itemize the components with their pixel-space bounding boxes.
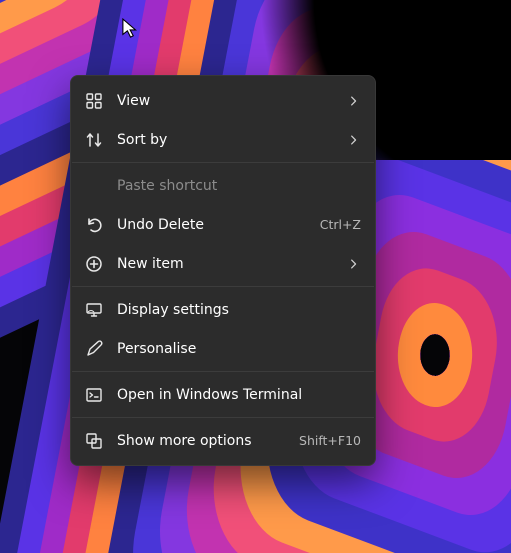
chevron-right-icon [347,255,361,273]
menu-item-personalise[interactable]: Personalise [71,329,375,368]
view-grid-icon [85,92,103,110]
menu-item-paste-shortcut: Paste shortcut [71,166,375,205]
display-icon [85,301,103,319]
menu-item-label: View [117,93,333,109]
new-icon [85,255,103,273]
menu-item-shortcut: Shift+F10 [299,433,361,448]
menu-item-label: Undo Delete [117,217,306,233]
menu-item-display-settings[interactable]: Display settings [71,290,375,329]
menu-item-sort-by[interactable]: Sort by [71,120,375,159]
menu-separator [72,417,374,418]
terminal-icon [85,386,103,404]
menu-separator [72,162,374,163]
menu-item-view[interactable]: View [71,81,375,120]
menu-item-new-item[interactable]: New item [71,244,375,283]
menu-separator [72,371,374,372]
menu-item-label: Open in Windows Terminal [117,387,361,403]
menu-item-label: Sort by [117,132,333,148]
menu-item-shortcut: Ctrl+Z [320,217,361,232]
menu-separator [72,286,374,287]
menu-item-label: Personalise [117,341,361,357]
menu-item-label: New item [117,256,333,272]
menu-item-label: Paste shortcut [117,178,361,194]
sort-icon [85,131,103,149]
undo-icon [85,216,103,234]
menu-item-undo-delete[interactable]: Undo Delete Ctrl+Z [71,205,375,244]
personalise-icon [85,340,103,358]
menu-item-label: Show more options [117,433,285,449]
menu-item-show-more[interactable]: Show more options Shift+F10 [71,421,375,460]
chevron-right-icon [347,92,361,110]
menu-item-label: Display settings [117,302,361,318]
menu-item-open-terminal[interactable]: Open in Windows Terminal [71,375,375,414]
show-more-icon [85,432,103,450]
desktop-context-menu: View Sort by Paste shortcut Undo Delete Ctrl… [70,75,376,466]
chevron-right-icon [347,131,361,149]
